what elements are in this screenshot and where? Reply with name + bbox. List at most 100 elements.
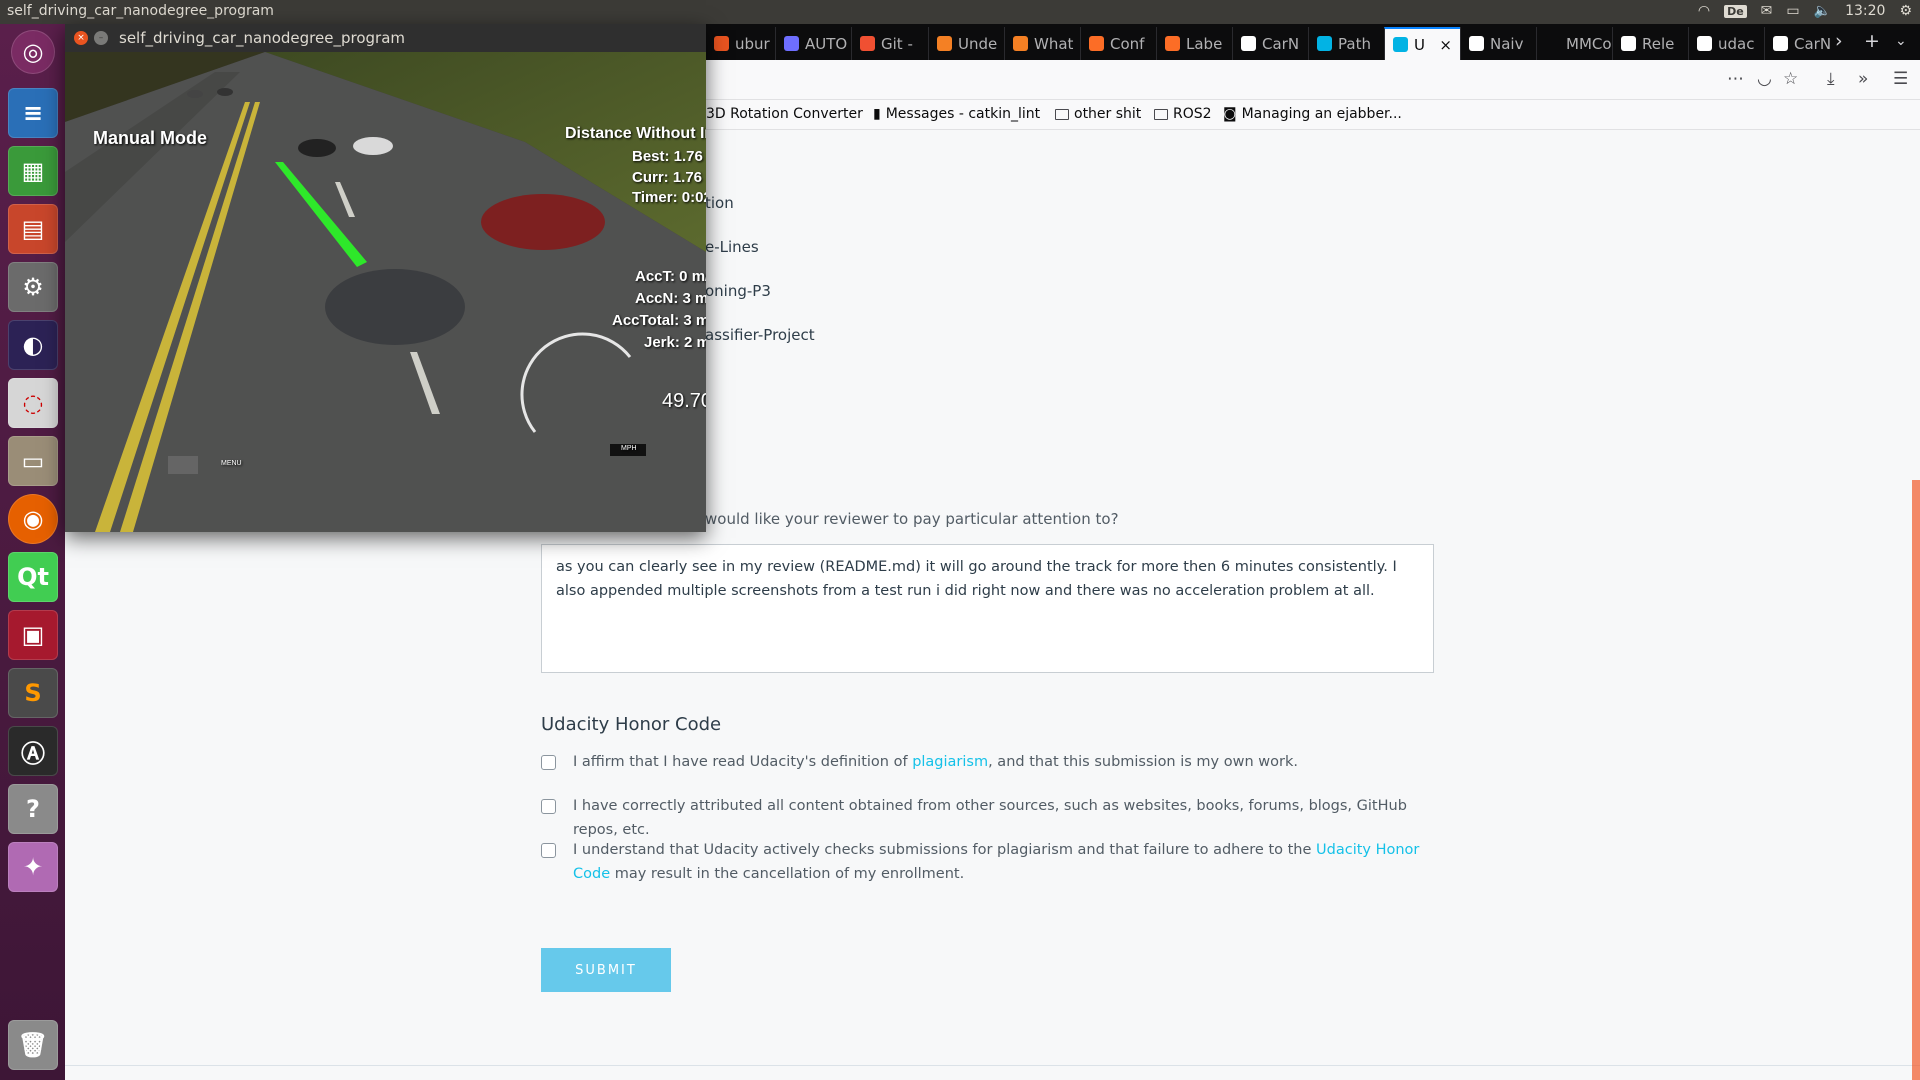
honor-item-text: I affirm that I have read Udacity's defi… [573, 754, 1298, 770]
favicon-icon [937, 36, 952, 51]
favicon-icon [714, 36, 729, 51]
tab-label: Unde [958, 34, 998, 53]
minimize-icon[interactable]: – [94, 31, 108, 45]
chat-client-icon[interactable]: ✦ [8, 842, 58, 892]
files-icon[interactable]: ▭ [8, 436, 58, 486]
road-scene [65, 52, 706, 532]
timer: Timer: 0:02:21 [632, 189, 706, 206]
new-tab-icon[interactable]: + [1864, 30, 1880, 52]
tab-label: MMCom [1566, 34, 1612, 53]
tab[interactable]: AUTO [775, 27, 851, 60]
tab[interactable]: udac [1688, 27, 1764, 60]
software-updater-icon[interactable]: Ⓐ [8, 726, 58, 776]
understand-checkbox[interactable] [541, 843, 556, 858]
settings-gear-icon[interactable]: ⚙ [1899, 3, 1912, 19]
tab[interactable]: Path [1308, 27, 1384, 60]
tab[interactable]: What [1004, 27, 1080, 60]
sim-menu-button[interactable]: MENU [221, 460, 242, 467]
bookmark-item[interactable]: ◙ Managing an ejabber... [1223, 106, 1402, 122]
plagiarism-link[interactable]: plagiarism [912, 754, 988, 770]
folder-icon [1154, 108, 1168, 120]
tab-list-icon[interactable]: ⌄ [1895, 33, 1907, 49]
wifi-icon[interactable]: ◠ [1698, 3, 1710, 19]
favicon-icon [1089, 36, 1104, 51]
volume-icon[interactable]: 🔈 [1814, 3, 1831, 19]
tab[interactable]: Conf [1080, 27, 1156, 60]
project-option[interactable]: oning-P3 [705, 282, 771, 300]
hamburger-menu-icon[interactable]: ☰ [1893, 69, 1908, 89]
tab[interactable]: Rele [1612, 27, 1688, 60]
sublime-text-icon[interactable]: S [8, 668, 58, 718]
page-scrollbar[interactable] [1912, 480, 1920, 1080]
favicon-icon [1621, 36, 1636, 51]
favicon-icon [1773, 36, 1788, 51]
libreoffice-impress-icon[interactable]: ▤ [8, 204, 58, 254]
libreoffice-calc-icon[interactable]: ▦ [8, 146, 58, 196]
simulator-titlebar[interactable]: × – self_driving_car_nanodegree_program [65, 24, 706, 52]
tab-active[interactable]: U × [1384, 27, 1460, 60]
bookmark-item[interactable]: ▮ Messages - catkin_lint [873, 106, 1040, 122]
bookmark-folder[interactable]: ROS2 [1154, 106, 1212, 122]
keyboard-layout-indicator[interactable]: De [1724, 4, 1747, 18]
bookmark-item[interactable]: 3D Rotation Converter [706, 106, 863, 122]
trash-icon[interactable]: 🗑 [8, 1020, 58, 1070]
eclipse-icon[interactable]: ◐ [8, 320, 58, 370]
help-icon[interactable]: ? [8, 784, 58, 834]
active-window-title: self_driving_car_nanodegree_program [7, 3, 274, 19]
tab[interactable]: CarN [1764, 27, 1840, 60]
tab-label: Naiv [1490, 34, 1524, 53]
downloads-icon[interactable]: ⤓ [1827, 69, 1835, 89]
overflow-menu-icon[interactable]: » [1858, 69, 1868, 89]
honor-item-2: I have correctly attributed all content … [541, 794, 1441, 842]
tab[interactable]: Labe [1156, 27, 1232, 60]
tab[interactable]: MMCom [1536, 27, 1612, 60]
pocket-icon[interactable]: ◡ [1757, 69, 1772, 89]
tab[interactable]: CarN [1232, 27, 1308, 60]
launcher: ◎ ≡ ▦ ▤ ⚙ ◐ ◌ ▭ ◉ Qt ▣ S Ⓐ ? ✦ 🗑 [0, 24, 65, 1080]
attribution-checkbox[interactable] [541, 799, 556, 814]
tab-scroll-right-icon[interactable]: › [1835, 30, 1843, 52]
submit-button[interactable]: SUBMIT [541, 948, 671, 992]
project-option[interactable]: e-Lines [705, 238, 759, 256]
honor-code-title: Udacity Honor Code [541, 714, 722, 735]
favicon-icon [1469, 36, 1484, 51]
tab-label: Path [1338, 34, 1371, 53]
system-settings-icon[interactable]: ⚙ [8, 262, 58, 312]
affirm-checkbox[interactable] [541, 755, 556, 770]
tab[interactable]: Unde [928, 27, 1004, 60]
tab-label: Conf [1110, 34, 1145, 53]
battery-icon[interactable]: ▭ [1786, 3, 1799, 19]
terminal-icon[interactable]: ▣ [8, 610, 58, 660]
close-icon[interactable]: × [74, 31, 88, 45]
qt-creator-icon[interactable]: Qt [8, 552, 58, 602]
bookmark-star-icon[interactable]: ☆ [1783, 69, 1798, 89]
tab[interactable]: ubur [705, 27, 775, 60]
project-option[interactable]: tion [705, 194, 734, 212]
tab-label: Labe [1186, 34, 1223, 53]
bookmark-label: 3D Rotation Converter [706, 106, 863, 122]
favicon-icon [1165, 36, 1180, 51]
honor-item-text: I understand that Udacity actively check… [573, 842, 1420, 882]
reviewer-notes-textarea[interactable]: as you can clearly see in my review (REA… [541, 544, 1434, 673]
libreoffice-writer-icon[interactable]: ≡ [8, 88, 58, 138]
favicon-icon [784, 36, 799, 51]
project-option[interactable]: assifier-Project [705, 326, 815, 344]
tab[interactable]: Naiv [1460, 27, 1536, 60]
favicon-icon [860, 36, 875, 51]
firefox-icon[interactable]: ◉ [8, 494, 58, 544]
bookmark-label: ROS2 [1173, 106, 1212, 122]
best-distance: Best: 1.76 Miles [632, 148, 706, 165]
bookmark-label: Messages - catkin_lint [885, 106, 1041, 122]
tab-label: CarN [1262, 34, 1300, 53]
notes-question: would like your reviewer to pay particul… [705, 510, 1119, 528]
document-viewer-icon[interactable]: ◌ [8, 378, 58, 428]
bookmark-folder[interactable]: other shit [1055, 106, 1141, 122]
tab-label: Git - [881, 34, 913, 53]
clock[interactable]: 13:20 [1845, 3, 1885, 19]
ubuntu-dash-icon[interactable]: ◎ [11, 30, 55, 74]
close-tab-icon[interactable]: × [1439, 36, 1452, 54]
simulator-title: self_driving_car_nanodegree_program [119, 29, 406, 47]
mail-icon[interactable]: ✉ [1761, 3, 1773, 19]
page-actions-icon[interactable]: ⋯ [1727, 69, 1744, 89]
tab[interactable]: Git - [851, 27, 928, 60]
